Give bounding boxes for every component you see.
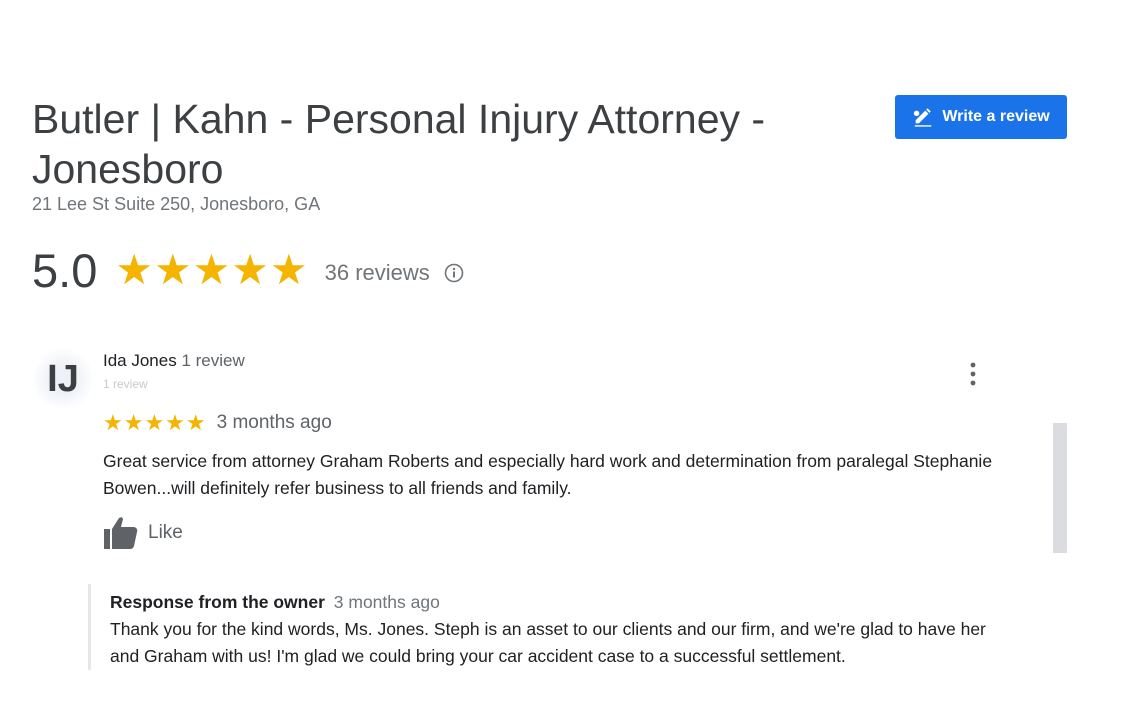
owner-response: Response from the owner 3 months ago Tha… bbox=[88, 584, 1018, 670]
reviewer-name[interactable]: Ida Jones bbox=[103, 351, 177, 370]
owner-response-date: 3 months ago bbox=[333, 592, 440, 612]
owner-response-label: Response from the owner bbox=[110, 592, 325, 612]
business-title: Butler | Kahn - Personal Injury Attorney… bbox=[32, 96, 766, 192]
rating-stars: ★★★★★ bbox=[115, 246, 309, 293]
write-review-label: Write a review bbox=[942, 108, 1050, 125]
owner-response-text: Thank you for the kind words, Ms. Jones.… bbox=[110, 619, 986, 666]
like-button[interactable]: Like bbox=[103, 515, 183, 551]
info-icon[interactable] bbox=[444, 263, 464, 283]
thumbs-up-icon bbox=[104, 517, 138, 549]
review-text: Great service from attorney Graham Rober… bbox=[103, 451, 993, 498]
scrollbar[interactable] bbox=[1053, 423, 1067, 553]
reviewer-name-line[interactable]: Ida Jones 1 review bbox=[103, 351, 245, 371]
reviews-page: Butler | Kahn - Personal Injury Attorney… bbox=[0, 0, 1122, 725]
owner-response-header: Response from the owner 3 months ago bbox=[110, 592, 1018, 613]
review-stars: ★★★★★ bbox=[103, 410, 207, 435]
review-rating-row: ★★★★★ 3 months ago bbox=[103, 410, 332, 436]
overall-rating: 5.0 ★★★★★ 36 reviews bbox=[32, 240, 464, 300]
rating-value: 5.0 bbox=[32, 243, 98, 297]
business-address: 21 Lee St Suite 250, Jonesboro, GA bbox=[32, 194, 321, 214]
like-label: Like bbox=[148, 522, 183, 543]
write-review-button[interactable]: Write a review bbox=[895, 95, 1067, 139]
reviewer-review-count: 1 review bbox=[181, 351, 245, 370]
reviewer-sub-meta: 1 review bbox=[103, 377, 148, 391]
review-date: 3 months ago bbox=[216, 412, 332, 433]
review-count[interactable]: 36 reviews bbox=[325, 260, 430, 286]
avatar[interactable]: IJ bbox=[32, 348, 94, 410]
pencil-icon bbox=[914, 108, 932, 127]
more-vert-icon[interactable] bbox=[961, 360, 985, 388]
